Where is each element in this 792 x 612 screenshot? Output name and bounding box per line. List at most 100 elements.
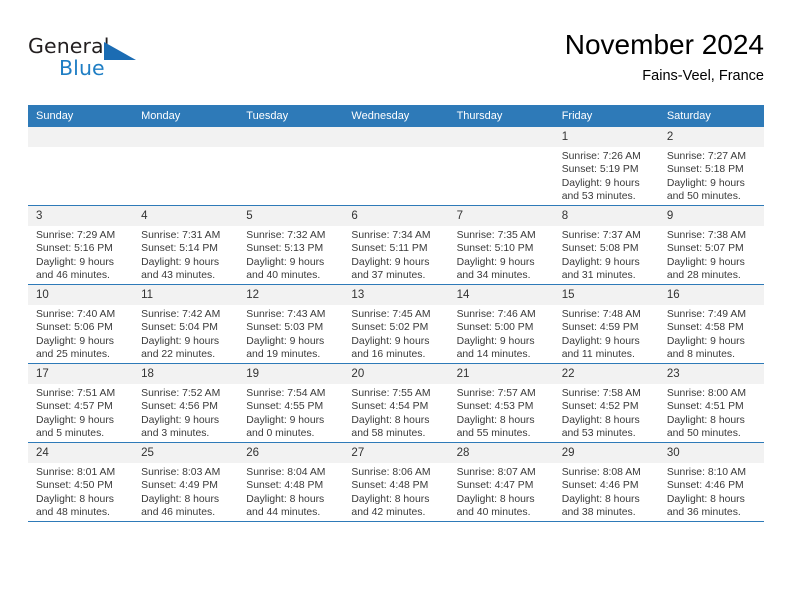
daylight-duration-line1: Daylight: 8 hours [456,493,535,505]
calendar-day-cell[interactable]: 19 Sunrise: 7:54 AM Sunset: 4:55 PM Dayligh… [238,363,344,443]
calendar-day-cell[interactable]: 23 Sunrise: 8:00 AM Sunset: 4:51 PM Dayligh… [658,363,764,443]
daylight-duration-line1: Daylight: 9 hours [561,256,640,268]
calendar-day-cell[interactable]: 10 Sunrise: 7:40 AM Sunset: 5:06 PM Dayligh… [28,284,134,364]
brand-logo[interactable]: General Blue [28,34,158,86]
daylight-duration-line1: Daylight: 9 hours [666,256,745,268]
calendar-day-cell[interactable]: 24 Sunrise: 8:01 AM Sunset: 4:50 PM Dayligh… [28,442,134,522]
sunrise-time: Sunrise: 7:52 AM [141,388,221,399]
calendar-day-cell[interactable]: 3 Sunrise: 7:29 AM Sunset: 5:16 PM Daylight… [28,205,134,285]
calendar-day-cell[interactable]: 15 Sunrise: 7:48 AM Sunset: 4:59 PM Dayligh… [553,284,659,364]
sunset-time: Sunset: 4:46 PM [561,480,639,492]
weekday-header-sunday: Sunday [28,105,134,127]
daylight-duration-line2: and 38 minutes. [561,507,636,519]
day-details: Sunrise: 8:00 AM Sunset: 4:51 PM Daylight:… [659,384,764,441]
sunset-time: Sunset: 5:13 PM [246,243,324,255]
calendar-page: General Blue November 2024 Fains-Veel, F… [0,0,792,612]
sunset-time: Sunset: 5:16 PM [36,243,113,255]
calendar-grid: Sunday Monday Tuesday Wednesday Thursday… [28,105,764,522]
daylight-duration-line1: Daylight: 8 hours [141,493,220,505]
daylight-duration-line1: Daylight: 9 hours [666,335,745,347]
daylight-duration-line2: and 50 minutes. [666,191,741,203]
calendar-day-cell[interactable]: 4 Sunrise: 7:31 AM Sunset: 5:14 PM Daylight… [133,205,239,285]
triangle-icon [104,42,136,60]
calendar-day-cell[interactable]: 13 Sunrise: 7:45 AM Sunset: 5:02 PM Dayligh… [343,284,449,364]
calendar-day-cell[interactable]: 1 Sunrise: 7:26 AM Sunset: 5:19 PM Daylight… [553,127,659,206]
day-number: 14 [448,285,554,305]
day-number: 7 [448,206,554,226]
calendar-day-cell[interactable]: 27 Sunrise: 8:06 AM Sunset: 4:48 PM Dayligh… [343,442,449,522]
daylight-duration-line2: and 3 minutes. [141,428,210,440]
day-details: Sunrise: 7:34 AM Sunset: 5:11 PM Daylight:… [343,226,448,283]
calendar-day-cell[interactable]: 14 Sunrise: 7:46 AM Sunset: 5:00 PM Dayligh… [448,284,554,364]
daylight-duration-line1: Daylight: 9 hours [246,256,325,268]
daylight-duration-line2: and 19 minutes. [246,349,321,361]
day-details: Sunrise: 8:06 AM Sunset: 4:48 PM Daylight:… [343,463,448,520]
sunrise-time: Sunrise: 8:08 AM [561,467,641,478]
daylight-duration-line2: and 14 minutes. [456,349,531,361]
daylight-duration-line1: Daylight: 8 hours [36,493,114,505]
weekday-header-row: Sunday Monday Tuesday Wednesday Thursday… [28,105,764,127]
day-number: 22 [553,364,659,384]
sunrise-time: Sunrise: 7:49 AM [666,309,746,320]
calendar-day-cell[interactable]: 11 Sunrise: 7:42 AM Sunset: 5:04 PM Dayligh… [133,284,239,364]
day-details: Sunrise: 8:08 AM Sunset: 4:46 PM Daylight:… [554,463,659,520]
sunrise-time: Sunrise: 8:00 AM [666,388,746,399]
calendar-day-cell[interactable]: 8 Sunrise: 7:37 AM Sunset: 5:08 PM Daylight… [553,205,659,285]
sunrise-time: Sunrise: 8:06 AM [351,467,431,478]
daylight-duration-line2: and 31 minutes. [561,270,636,282]
calendar-week-row: 3 Sunrise: 7:29 AM Sunset: 5:16 PM Daylight… [28,205,764,285]
day-number: 13 [343,285,449,305]
sunset-time: Sunset: 5:06 PM [36,322,113,334]
weekday-header-friday: Friday [553,105,659,127]
sunrise-time: Sunrise: 7:35 AM [456,230,536,241]
daylight-duration-line2: and 28 minutes. [666,270,741,282]
day-number: 20 [343,364,449,384]
calendar-day-cell[interactable]: 16 Sunrise: 7:49 AM Sunset: 4:58 PM Dayligh… [658,284,764,364]
day-number: 17 [28,364,134,384]
sunrise-time: Sunrise: 7:34 AM [351,230,431,241]
sunset-time: Sunset: 5:08 PM [561,243,639,255]
calendar-day-cell[interactable]: 7 Sunrise: 7:35 AM Sunset: 5:10 PM Daylight… [448,205,554,285]
calendar-cell-empty [448,127,554,206]
sunset-time: Sunset: 5:11 PM [351,243,428,255]
calendar-day-cell[interactable]: 29 Sunrise: 8:08 AM Sunset: 4:46 PM Dayligh… [553,442,659,522]
day-number: 3 [28,206,134,226]
sunset-time: Sunset: 5:00 PM [456,322,534,334]
calendar-day-cell[interactable]: 5 Sunrise: 7:32 AM Sunset: 5:13 PM Daylight… [238,205,344,285]
sunset-time: Sunset: 5:19 PM [561,164,639,176]
day-details: Sunrise: 7:51 AM Sunset: 4:57 PM Daylight:… [28,384,133,441]
calendar-day-cell[interactable]: 6 Sunrise: 7:34 AM Sunset: 5:11 PM Daylight… [343,205,449,285]
sunset-time: Sunset: 4:53 PM [456,401,534,413]
daylight-duration-line1: Daylight: 9 hours [141,335,220,347]
calendar-day-cell[interactable]: 20 Sunrise: 7:55 AM Sunset: 4:54 PM Dayligh… [343,363,449,443]
day-number: 11 [133,285,239,305]
calendar-day-cell[interactable]: 30 Sunrise: 8:10 AM Sunset: 4:46 PM Dayligh… [658,442,764,522]
calendar-day-cell[interactable]: 28 Sunrise: 8:07 AM Sunset: 4:47 PM Dayligh… [448,442,554,522]
calendar-day-cell[interactable]: 12 Sunrise: 7:43 AM Sunset: 5:03 PM Dayligh… [238,284,344,364]
day-number: 30 [658,443,764,463]
calendar-day-cell[interactable]: 2 Sunrise: 7:27 AM Sunset: 5:18 PM Daylight… [658,127,764,206]
calendar-day-cell[interactable]: 21 Sunrise: 7:57 AM Sunset: 4:53 PM Dayligh… [448,363,554,443]
calendar-cell-empty [28,127,134,206]
calendar-day-cell[interactable]: 25 Sunrise: 8:03 AM Sunset: 4:49 PM Dayligh… [133,442,239,522]
calendar-day-cell[interactable]: 9 Sunrise: 7:38 AM Sunset: 5:07 PM Daylight… [658,205,764,285]
sunrise-time: Sunrise: 8:10 AM [666,467,746,478]
calendar-day-cell[interactable]: 18 Sunrise: 7:52 AM Sunset: 4:56 PM Dayligh… [133,363,239,443]
sunrise-time: Sunrise: 8:01 AM [36,467,116,478]
day-details: Sunrise: 7:35 AM Sunset: 5:10 PM Daylight:… [449,226,554,283]
sunrise-time: Sunrise: 7:27 AM [666,151,746,162]
day-number: 21 [448,364,554,384]
sunrise-time: Sunrise: 7:31 AM [141,230,221,241]
day-number: 15 [553,285,659,305]
calendar-day-cell[interactable]: 17 Sunrise: 7:51 AM Sunset: 4:57 PM Dayligh… [28,363,134,443]
sunset-time: Sunset: 4:58 PM [666,322,744,334]
day-number: 2 [658,127,764,147]
daylight-duration-line1: Daylight: 9 hours [456,335,535,347]
day-details: Sunrise: 8:10 AM Sunset: 4:46 PM Daylight:… [659,463,764,520]
page-title: November 2024 [564,29,764,60]
day-details: Sunrise: 8:04 AM Sunset: 4:48 PM Daylight:… [238,463,343,520]
calendar-day-cell[interactable]: 26 Sunrise: 8:04 AM Sunset: 4:48 PM Dayligh… [238,442,344,522]
day-details: Sunrise: 7:54 AM Sunset: 4:55 PM Daylight:… [238,384,343,441]
sunset-time: Sunset: 5:18 PM [666,164,744,176]
calendar-day-cell[interactable]: 22 Sunrise: 7:58 AM Sunset: 4:52 PM Dayligh… [553,363,659,443]
